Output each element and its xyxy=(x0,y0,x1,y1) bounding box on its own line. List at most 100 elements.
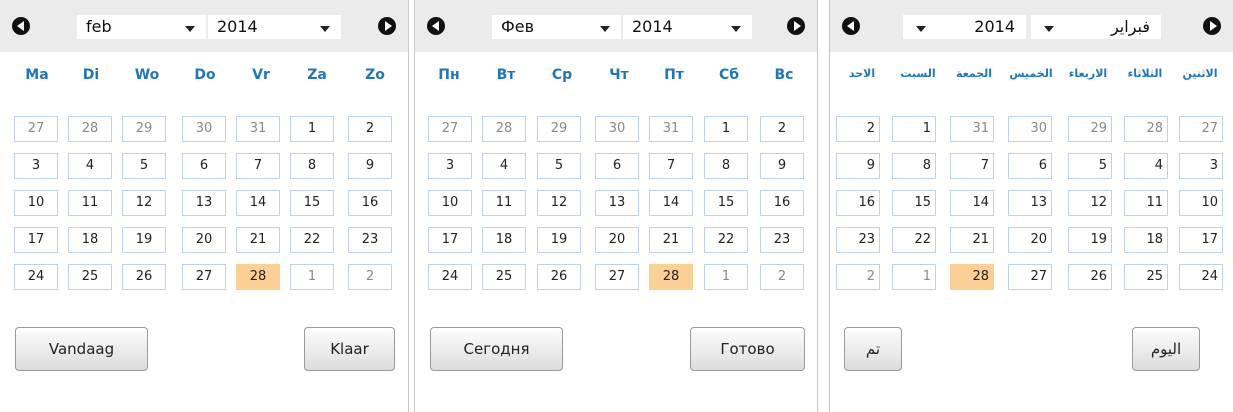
month-select[interactable]: feb xyxy=(77,15,206,39)
day-cell[interactable]: 7 xyxy=(950,153,994,179)
day-cell[interactable]: 27 xyxy=(428,116,472,142)
day-cell[interactable]: 1 xyxy=(290,116,334,142)
day-cell[interactable]: 22 xyxy=(704,227,748,253)
day-cell[interactable]: 24 xyxy=(1179,264,1223,290)
day-cell[interactable]: 2 xyxy=(760,264,804,290)
day-cell[interactable]: 14 xyxy=(950,190,994,216)
day-cell[interactable]: 4 xyxy=(482,153,526,179)
day-cell[interactable]: 17 xyxy=(428,227,472,253)
day-cell[interactable]: 16 xyxy=(836,190,880,216)
day-cell[interactable]: 9 xyxy=(836,153,880,179)
next-month-icon[interactable] xyxy=(1203,17,1221,35)
day-cell[interactable]: 3 xyxy=(428,153,472,179)
month-select[interactable]: فبراير xyxy=(1031,15,1161,39)
day-cell[interactable]: 27 xyxy=(595,264,639,290)
day-cell-today[interactable]: 28 xyxy=(950,264,994,290)
day-cell[interactable]: 21 xyxy=(236,227,280,253)
prev-month-icon[interactable] xyxy=(842,17,860,35)
day-cell[interactable]: 2 xyxy=(760,116,804,142)
day-cell[interactable]: 1 xyxy=(892,264,936,290)
day-cell[interactable]: 16 xyxy=(348,190,392,216)
day-cell[interactable]: 26 xyxy=(537,264,581,290)
day-cell[interactable]: 10 xyxy=(14,190,58,216)
day-cell[interactable]: 29 xyxy=(537,116,581,142)
day-cell[interactable]: 26 xyxy=(122,264,166,290)
prev-month-icon[interactable] xyxy=(427,17,445,35)
day-cell[interactable]: 5 xyxy=(122,153,166,179)
day-cell[interactable]: 10 xyxy=(1179,190,1223,216)
day-cell[interactable]: 2 xyxy=(348,116,392,142)
day-cell[interactable]: 22 xyxy=(892,227,936,253)
day-cell[interactable]: 26 xyxy=(1068,264,1112,290)
day-cell[interactable]: 2 xyxy=(836,116,880,142)
day-cell[interactable]: 15 xyxy=(704,190,748,216)
day-cell[interactable]: 18 xyxy=(68,227,112,253)
next-month-icon[interactable] xyxy=(787,17,805,35)
day-cell[interactable]: 2 xyxy=(836,264,880,290)
day-cell[interactable]: 30 xyxy=(1008,116,1052,142)
day-cell[interactable]: 28 xyxy=(1124,116,1168,142)
next-month-icon[interactable] xyxy=(378,17,396,35)
day-cell[interactable]: 21 xyxy=(950,227,994,253)
day-cell[interactable]: 24 xyxy=(428,264,472,290)
day-cell[interactable]: 27 xyxy=(1179,116,1223,142)
day-cell[interactable]: 15 xyxy=(290,190,334,216)
day-cell[interactable]: 14 xyxy=(649,190,693,216)
day-cell[interactable]: 5 xyxy=(537,153,581,179)
prev-month-icon[interactable] xyxy=(12,17,30,35)
day-cell[interactable]: 6 xyxy=(182,153,226,179)
day-cell[interactable]: 28 xyxy=(68,116,112,142)
day-cell[interactable]: 19 xyxy=(537,227,581,253)
today-button[interactable]: Vandaag xyxy=(15,327,148,371)
day-cell[interactable]: 19 xyxy=(1068,227,1112,253)
day-cell[interactable]: 2 xyxy=(348,264,392,290)
day-cell[interactable]: 18 xyxy=(1124,227,1168,253)
day-cell[interactable]: 23 xyxy=(348,227,392,253)
day-cell[interactable]: 13 xyxy=(595,190,639,216)
day-cell[interactable]: 22 xyxy=(290,227,334,253)
day-cell[interactable]: 25 xyxy=(68,264,112,290)
day-cell[interactable]: 23 xyxy=(760,227,804,253)
day-cell[interactable]: 8 xyxy=(704,153,748,179)
today-button[interactable]: اليوم xyxy=(1132,327,1200,371)
day-cell[interactable]: 12 xyxy=(537,190,581,216)
day-cell[interactable]: 4 xyxy=(1124,153,1168,179)
day-cell[interactable]: 31 xyxy=(236,116,280,142)
day-cell[interactable]: 9 xyxy=(348,153,392,179)
day-cell[interactable]: 11 xyxy=(1124,190,1168,216)
day-cell[interactable]: 1 xyxy=(290,264,334,290)
month-select[interactable]: Фев xyxy=(492,15,621,39)
day-cell[interactable]: 1 xyxy=(892,116,936,142)
day-cell[interactable]: 17 xyxy=(14,227,58,253)
day-cell[interactable]: 3 xyxy=(1179,153,1223,179)
day-cell[interactable]: 24 xyxy=(14,264,58,290)
day-cell[interactable]: 27 xyxy=(182,264,226,290)
day-cell[interactable]: 30 xyxy=(595,116,639,142)
day-cell[interactable]: 5 xyxy=(1068,153,1112,179)
day-cell[interactable]: 27 xyxy=(14,116,58,142)
day-cell[interactable]: 25 xyxy=(1124,264,1168,290)
day-cell[interactable]: 8 xyxy=(290,153,334,179)
year-select[interactable]: 2014 xyxy=(623,15,752,39)
day-cell[interactable]: 20 xyxy=(595,227,639,253)
year-select[interactable]: 2014 xyxy=(208,15,341,39)
day-cell[interactable]: 4 xyxy=(68,153,112,179)
day-cell[interactable]: 14 xyxy=(236,190,280,216)
day-cell[interactable]: 31 xyxy=(950,116,994,142)
day-cell[interactable]: 29 xyxy=(1068,116,1112,142)
done-button[interactable]: Готово xyxy=(690,327,805,371)
day-cell[interactable]: 1 xyxy=(704,264,748,290)
day-cell[interactable]: 7 xyxy=(236,153,280,179)
day-cell[interactable]: 18 xyxy=(482,227,526,253)
day-cell[interactable]: 11 xyxy=(482,190,526,216)
day-cell[interactable]: 3 xyxy=(14,153,58,179)
day-cell-today[interactable]: 28 xyxy=(649,264,693,290)
day-cell[interactable]: 17 xyxy=(1179,227,1223,253)
day-cell-today[interactable]: 28 xyxy=(236,264,280,290)
day-cell[interactable]: 21 xyxy=(649,227,693,253)
day-cell[interactable]: 20 xyxy=(182,227,226,253)
day-cell[interactable]: 29 xyxy=(122,116,166,142)
day-cell[interactable]: 23 xyxy=(836,227,880,253)
day-cell[interactable]: 15 xyxy=(892,190,936,216)
day-cell[interactable]: 1 xyxy=(704,116,748,142)
